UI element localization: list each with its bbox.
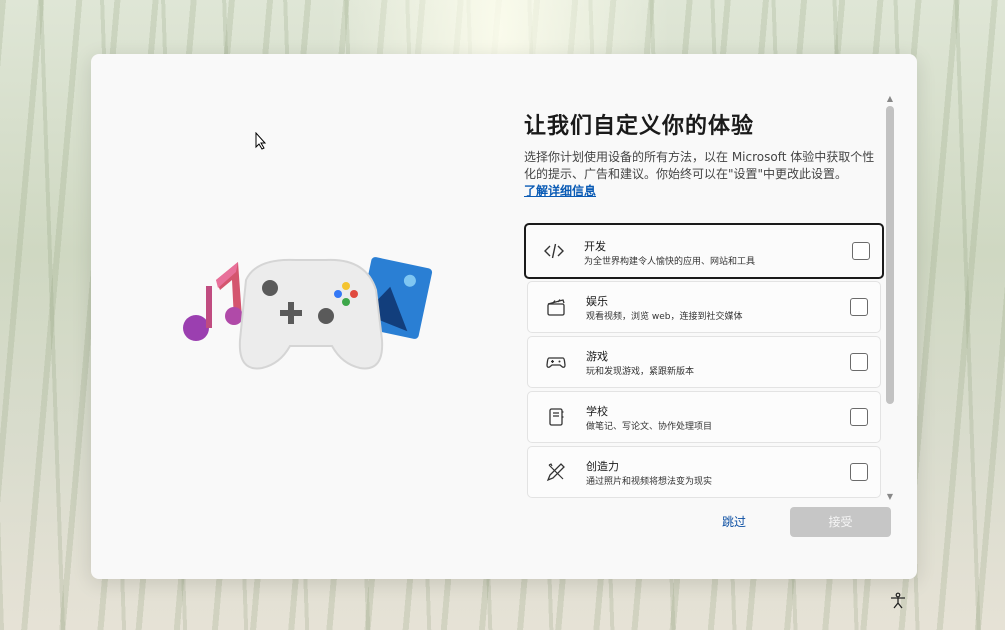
option-checkbox[interactable] <box>850 408 868 426</box>
option-subtitle: 为全世界构建令人愉快的应用、网站和工具 <box>584 257 756 267</box>
accept-button[interactable]: 接受 <box>790 507 891 537</box>
gamepad-icon <box>546 357 566 368</box>
option-checkbox[interactable] <box>852 242 870 260</box>
scroll-down-arrow-icon[interactable]: ▼ <box>884 492 896 502</box>
option-checkbox[interactable] <box>850 463 868 481</box>
options-scrollbar[interactable]: ▲ ▼ <box>884 94 896 502</box>
option-subtitle: 玩和发现游戏，紧跟新版本 <box>586 367 695 377</box>
code-icon <box>544 243 564 259</box>
music-note-icon <box>183 262 243 341</box>
scroll-up-arrow-icon[interactable]: ▲ <box>884 94 896 104</box>
usage-options-list: 开发 为全世界构建令人愉快的应用、网站和工具 娱乐 观看视频，浏览 web，连接… <box>524 223 884 502</box>
option-checkbox[interactable] <box>850 353 868 371</box>
skip-button[interactable]: 跳过 <box>706 507 762 537</box>
game-controller-icon <box>238 258 384 370</box>
option-subtitle: 观看视频，浏览 web，连接到社交媒体 <box>586 312 743 322</box>
option-title: 创造力 <box>586 460 619 473</box>
option-entertainment[interactable]: 娱乐 观看视频，浏览 web，连接到社交媒体 <box>527 281 881 333</box>
option-title: 游戏 <box>586 350 608 363</box>
mouse-cursor-icon <box>255 132 267 150</box>
option-subtitle: 通过照片和视频将想法变为现实 <box>586 477 713 487</box>
option-subtitle: 做笔记、写论文、协作处理项目 <box>586 422 713 432</box>
option-title: 开发 <box>584 240 606 253</box>
option-title: 学校 <box>586 405 608 418</box>
pen-brush-icon <box>546 463 565 482</box>
clapperboard-icon <box>547 299 565 316</box>
option-title: 娱乐 <box>586 295 608 308</box>
learn-more-link[interactable]: 了解详细信息 <box>524 182 596 199</box>
option-gaming[interactable]: 游戏 玩和发现游戏，紧跟新版本 <box>527 336 881 388</box>
option-creativity[interactable]: 创造力 通过照片和视频将想法变为现实 <box>527 446 881 498</box>
accessibility-icon[interactable] <box>889 592 907 610</box>
page-description: 选择你计划使用设备的所有方法，以在 Microsoft 体验中获取个性化的提示、… <box>524 150 875 181</box>
option-checkbox[interactable] <box>850 298 868 316</box>
scrollbar-thumb[interactable] <box>886 106 894 404</box>
page-title: 让我们自定义你的体验 <box>524 114 755 139</box>
notebook-icon <box>549 408 564 426</box>
option-development[interactable]: 开发 为全世界构建令人愉快的应用、网站和工具 <box>524 223 884 279</box>
option-school[interactable]: 学校 做笔记、写论文、协作处理项目 <box>527 391 881 443</box>
hero-illustration <box>183 257 433 370</box>
